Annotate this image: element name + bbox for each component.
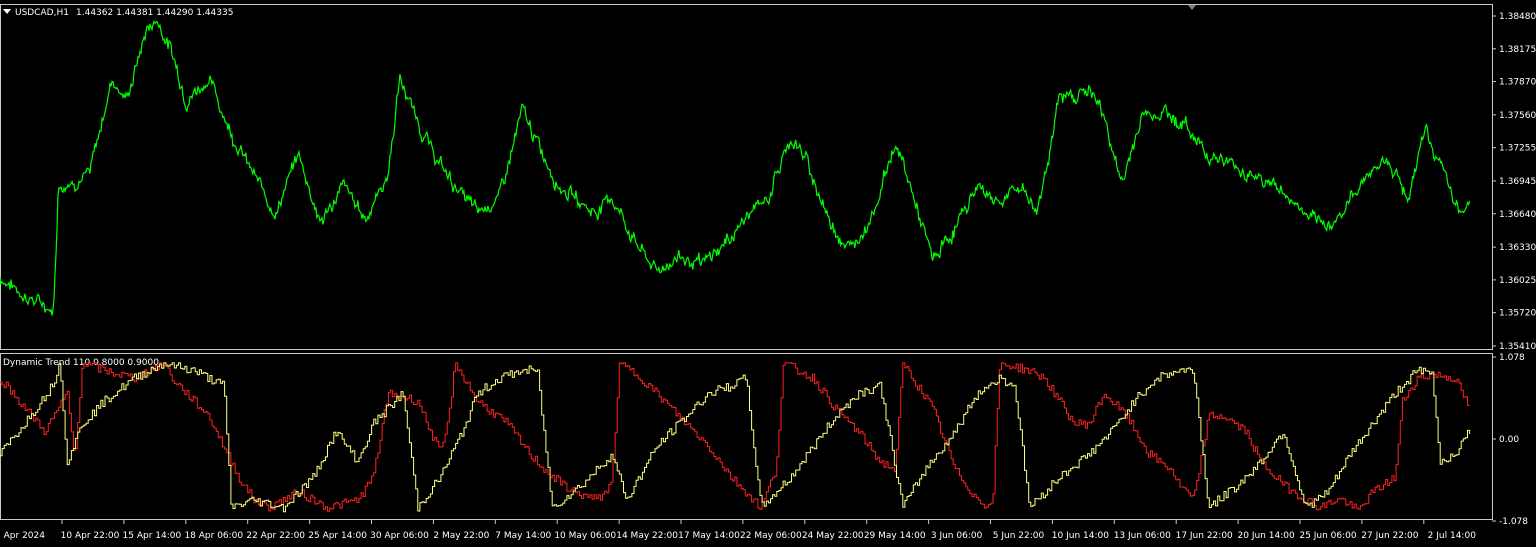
time-tick-label: 29 May 14:00 [864,531,926,541]
price-tick-label: 1.37255 [1499,144,1536,154]
time-tick-label: 2 Jul 14:00 [1428,531,1477,541]
time-tick-label: 7 May 14:00 [495,531,551,541]
time-tick-label: 14 May 22:00 [616,531,678,541]
time-tick-label: 27 Jun 22:00 [1361,531,1418,541]
time-tick-label: 10 Jun 14:00 [1052,531,1109,541]
price-tick-label: 1.36330 [1499,243,1536,253]
indicator-tick-label: 1.078 [1499,353,1525,363]
time-tick-label: 5 Jun 22:00 [993,531,1045,541]
time-tick-label: 17 Jun 22:00 [1176,531,1233,541]
time-tick-label: 30 Apr 06:00 [370,531,429,541]
price-tick-label: 1.38480 [1499,12,1536,22]
time-tick-label: 20 Jun 14:00 [1238,531,1295,541]
price-tick-label: 1.36640 [1499,210,1536,220]
time-tick-label: 3 Apr 2024 [0,531,45,541]
ohlc-label: 1.44362 1.44381 1.44290 1.44335 [76,8,233,18]
time-tick-label: 22 May 06:00 [740,531,802,541]
price-tick-label: 1.38175 [1499,45,1536,55]
time-tick-label: 25 Apr 14:00 [308,531,367,541]
price-tick-label: 1.36945 [1499,177,1536,187]
price-tick-label: 1.37870 [1499,78,1536,88]
time-tick-label: 3 Jun 06:00 [931,531,983,541]
time-tick-label: 18 Apr 06:00 [184,531,243,541]
time-tick-label: 2 May 22:00 [433,531,489,541]
time-tick-label: 10 May 06:00 [554,531,616,541]
chart-window[interactable]: USDCAD,H1 1.44362 1.44381 1.44290 1.4433… [0,0,1536,547]
time-tick-label: 25 Jun 06:00 [1299,531,1356,541]
price-tick-label: 1.35720 [1499,309,1536,319]
time-tick-label: 15 Apr 14:00 [123,531,182,541]
indicator-label: Dynamic Trend 110 0.8000 0.9000 [3,358,159,368]
time-tick-label: 13 Jun 06:00 [1114,531,1171,541]
time-tick-label: 24 May 22:00 [802,531,864,541]
time-tick-label: 22 Apr 22:00 [246,531,305,541]
symbol-label: USDCAD,H1 [15,8,69,18]
price-tick-label: 1.37560 [1499,111,1536,121]
time-tick-label: 10 Apr 22:00 [61,531,120,541]
time-tick-label: 17 May 14:00 [678,531,740,541]
price-tick-label: 1.35410 [1499,342,1536,352]
indicator-tick-label: -1.078 [1499,517,1528,527]
price-tick-label: 1.36025 [1499,276,1536,286]
indicator-tick-label: 0.00 [1499,435,1519,445]
